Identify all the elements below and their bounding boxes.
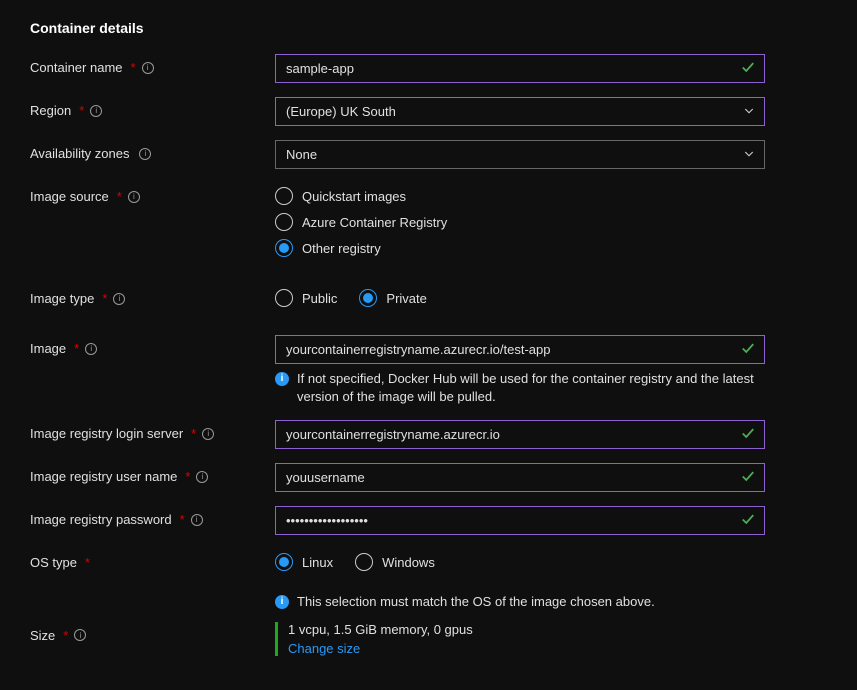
required-marker: * <box>79 103 84 118</box>
label-size: Size <box>30 628 55 643</box>
radio-icon <box>275 187 293 205</box>
radio-label: Azure Container Registry <box>302 215 447 230</box>
label-os-type: OS type <box>30 555 77 570</box>
info-icon[interactable]: i <box>74 629 86 641</box>
required-marker: * <box>180 512 185 527</box>
label-container-name: Container name <box>30 60 123 75</box>
required-marker: * <box>191 426 196 441</box>
info-icon: i <box>275 372 289 386</box>
radio-public[interactable]: Public <box>275 289 337 307</box>
radio-windows[interactable]: Windows <box>355 553 435 571</box>
size-summary: 1 vcpu, 1.5 GiB memory, 0 gpus <box>288 622 765 637</box>
login-server-input[interactable] <box>275 420 765 449</box>
os-type-hint-text: This selection must match the OS of the … <box>297 593 655 611</box>
label-user-name: Image registry user name <box>30 469 177 484</box>
info-icon[interactable]: i <box>202 428 214 440</box>
radio-icon <box>275 289 293 307</box>
image-type-radio-group: Public Private <box>275 285 765 307</box>
change-size-link[interactable]: Change size <box>288 641 765 656</box>
info-icon[interactable]: i <box>90 105 102 117</box>
section-title: Container details <box>30 20 827 36</box>
required-marker: * <box>102 291 107 306</box>
required-marker: * <box>185 469 190 484</box>
required-marker: * <box>74 341 79 356</box>
password-input[interactable] <box>275 506 765 535</box>
info-icon[interactable]: i <box>139 148 151 160</box>
radio-label: Linux <box>302 555 333 570</box>
label-availability-zones: Availability zones <box>30 146 129 161</box>
radio-icon <box>275 553 293 571</box>
radio-icon <box>275 213 293 231</box>
region-select[interactable]: (Europe) UK South <box>275 97 765 126</box>
info-icon[interactable]: i <box>113 293 125 305</box>
info-icon[interactable]: i <box>142 62 154 74</box>
image-hint-text: If not specified, Docker Hub will be use… <box>297 370 765 406</box>
info-icon[interactable]: i <box>128 191 140 203</box>
required-marker: * <box>63 628 68 643</box>
info-icon: i <box>275 595 289 609</box>
availability-zones-select[interactable]: None <box>275 140 765 169</box>
radio-azure-container-registry[interactable]: Azure Container Registry <box>275 213 765 231</box>
label-region: Region <box>30 103 71 118</box>
label-image: Image <box>30 341 66 356</box>
label-password: Image registry password <box>30 512 172 527</box>
label-login-server: Image registry login server <box>30 426 183 441</box>
radio-private[interactable]: Private <box>359 289 426 307</box>
radio-icon <box>275 239 293 257</box>
info-icon[interactable]: i <box>191 514 203 526</box>
required-marker: * <box>117 189 122 204</box>
info-icon[interactable]: i <box>196 471 208 483</box>
info-icon[interactable]: i <box>85 343 97 355</box>
label-image-source: Image source <box>30 189 109 204</box>
radio-label: Public <box>302 291 337 306</box>
required-marker: * <box>85 555 90 570</box>
radio-linux[interactable]: Linux <box>275 553 333 571</box>
radio-label: Quickstart images <box>302 189 406 204</box>
radio-icon <box>359 289 377 307</box>
radio-icon <box>355 553 373 571</box>
radio-label: Private <box>386 291 426 306</box>
image-input[interactable] <box>275 335 765 364</box>
radio-other-registry[interactable]: Other registry <box>275 239 765 257</box>
radio-label: Other registry <box>302 241 381 256</box>
required-marker: * <box>131 60 136 75</box>
container-name-input[interactable] <box>275 54 765 83</box>
radio-quickstart-images[interactable]: Quickstart images <box>275 187 765 205</box>
os-type-radio-group: Linux Windows <box>275 549 765 571</box>
label-image-type: Image type <box>30 291 94 306</box>
user-name-input[interactable] <box>275 463 765 492</box>
image-source-radio-group: Quickstart images Azure Container Regist… <box>275 183 765 257</box>
radio-label: Windows <box>382 555 435 570</box>
